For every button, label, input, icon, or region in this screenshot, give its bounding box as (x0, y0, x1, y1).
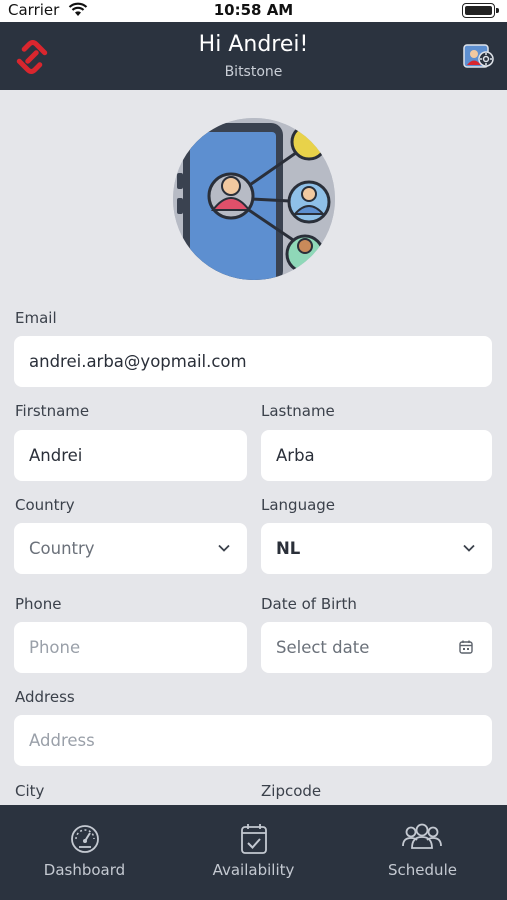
phone-field[interactable]: Phone (14, 622, 247, 673)
battery-icon (462, 3, 499, 18)
nav-schedule-label: Schedule (388, 861, 457, 879)
nav-schedule[interactable]: Schedule (338, 805, 507, 900)
calendar-icon[interactable] (458, 639, 474, 655)
profile-avatar[interactable] (173, 118, 335, 280)
zipcode-label: Zipcode (261, 782, 322, 800)
language-select[interactable]: NL (261, 523, 492, 574)
email-field[interactable]: andrei.arba@yopmail.com (14, 336, 492, 387)
firstname-value: Andrei (29, 446, 83, 465)
gauge-icon (71, 825, 99, 853)
profile-form[interactable]: Email andrei.arba@yopmail.com Firstname … (0, 90, 507, 805)
phone-placeholder: Phone (29, 638, 81, 657)
chevron-down-icon (463, 544, 475, 552)
language-value: NL (276, 539, 301, 558)
nav-availability-label: Availability (212, 861, 295, 879)
clock: 10:58 AM (213, 1, 294, 19)
profile-illustration (173, 118, 335, 280)
calendar-check-icon (241, 824, 267, 854)
firstname-label: Firstname (15, 402, 90, 420)
lastname-value: Arba (276, 446, 315, 465)
firstname-field[interactable]: Andrei (14, 430, 247, 481)
company-subtitle: Bitstone (224, 64, 283, 80)
country-label: Country (15, 496, 75, 514)
phone-label: Phone (15, 595, 62, 613)
address-placeholder: Address (29, 731, 95, 750)
dob-label: Date of Birth (261, 595, 357, 613)
group-icon (402, 823, 442, 849)
country-select[interactable]: Country (14, 523, 247, 574)
status-bar: Carrier 10:58 AM (0, 0, 507, 22)
nav-availability[interactable]: Availability (169, 805, 338, 900)
greeting-title: Hi Andrei! (198, 32, 309, 57)
email-label: Email (15, 309, 57, 327)
bottom-nav: Dashboard Availability Schedule (0, 805, 507, 900)
city-label: City (15, 782, 45, 800)
lastname-field[interactable]: Arba (261, 430, 492, 481)
email-value: andrei.arba@yopmail.com (29, 352, 247, 371)
language-label: Language (261, 496, 336, 514)
nav-dashboard-label: Dashboard (43, 861, 126, 879)
chevron-down-icon (218, 544, 230, 552)
app-header: Hi Andrei! Bitstone (0, 22, 507, 90)
nav-dashboard[interactable]: Dashboard (0, 805, 169, 900)
address-label: Address (15, 688, 75, 706)
country-placeholder: Country (29, 539, 95, 558)
address-field[interactable]: Address (14, 715, 492, 766)
dob-placeholder: Select date (276, 638, 370, 657)
dob-field[interactable]: Select date (261, 622, 492, 673)
profile-settings-icon[interactable] (461, 40, 495, 74)
lastname-label: Lastname (261, 402, 335, 420)
